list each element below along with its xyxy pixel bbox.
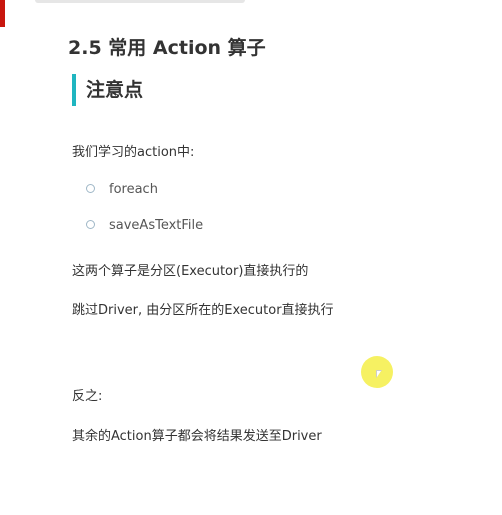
bullet-icon [86,184,95,193]
list-item: foreach [86,182,158,197]
intro-text: 我们学习的action中: [72,145,195,160]
page-title: 2.5 常用 Action 算子 [68,37,266,59]
paragraph: 其余的Action算子都会将结果发送至Driver [72,429,322,444]
list-item-label: saveAsTextFile [109,218,204,233]
paragraph: 反之: [72,389,103,404]
list-item: saveAsTextFile [86,218,203,233]
brand-bar [0,0,5,27]
section-heading: 注意点 [72,74,143,106]
mouse-pointer-icon [376,370,382,378]
list-item-label: foreach [109,182,158,197]
paragraph: 这两个算子是分区(Executor)直接执行的 [72,264,309,279]
top-shade [35,0,245,3]
paragraph: 跳过Driver, 由分区所在的Executor直接执行 [72,303,334,318]
bullet-icon [86,220,95,229]
